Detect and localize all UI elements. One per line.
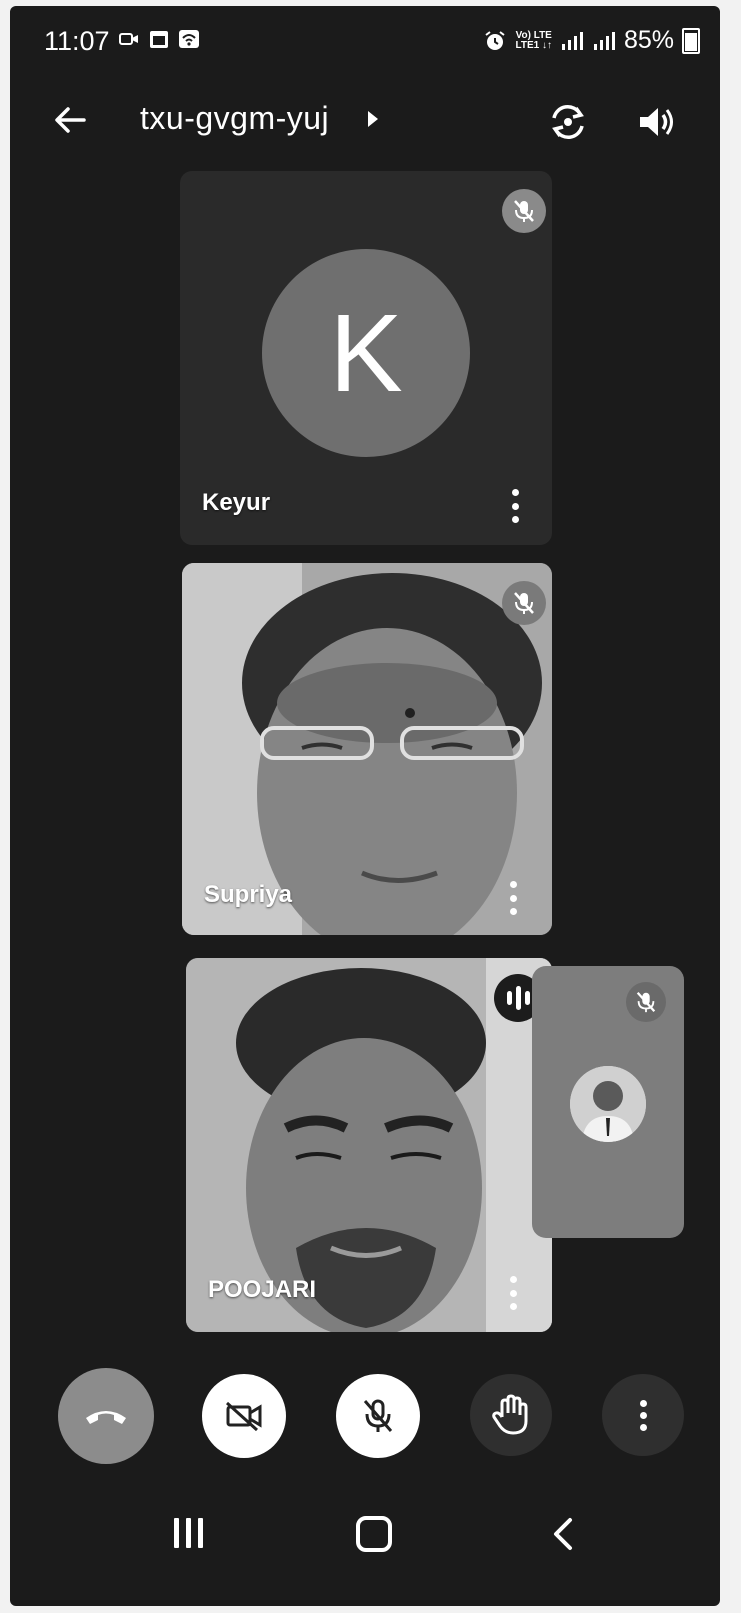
calendar-icon: [150, 31, 168, 48]
participant-name: Supriya: [204, 881, 293, 908]
mic-off-icon: [363, 1399, 393, 1432]
nav-back-icon[interactable]: [546, 1516, 582, 1552]
mic-muted-icon: [626, 982, 666, 1022]
system-navigation-bar: [10, 1486, 720, 1586]
status-system-icons: Vo) LTE LTE1 ↓↑ 85%: [483, 26, 700, 55]
alarm-icon: [485, 30, 506, 50]
participant-tile-poojari[interactable]: POOJARI: [186, 958, 552, 1332]
hand-icon: [492, 1394, 528, 1435]
participant-tile-supriya[interactable]: Supriya: [182, 563, 552, 935]
status-time: 11:07: [44, 26, 110, 56]
participant-name: POOJARI: [208, 1276, 317, 1303]
more-vert-icon[interactable]: [508, 881, 518, 915]
avatar: K: [262, 249, 470, 457]
more-options-button[interactable]: [602, 1374, 684, 1456]
meet-call-screen: 11:07 Vo) LTE LTE1 ↓↑ 85% txu-gvgm-yuj K: [10, 6, 720, 1606]
participant-name: Keyur: [202, 489, 271, 516]
recents-icon[interactable]: [174, 1518, 203, 1548]
battery-icon: [682, 27, 700, 54]
caret-right-icon[interactable]: [368, 111, 378, 127]
switch-camera-icon[interactable]: [546, 100, 590, 144]
status-notification-icons: [118, 28, 200, 50]
lte-bottom-label: LTE1 ↓↑: [515, 39, 552, 51]
mic-muted-icon: [502, 189, 546, 233]
video-call-icon: [119, 33, 138, 45]
participant-video: [182, 563, 552, 935]
camera-off-icon: [225, 1401, 262, 1432]
more-vert-icon: [639, 1399, 647, 1431]
status-bar: 11:07 Vo) LTE LTE1 ↓↑ 85%: [10, 6, 720, 76]
signal-icon-2: [593, 31, 615, 50]
signal-icon: [561, 31, 583, 50]
mic-toggle-button[interactable]: [336, 1374, 420, 1458]
camera-toggle-button[interactable]: [202, 1374, 286, 1458]
mic-muted-icon: [502, 581, 546, 625]
top-app-bar: txu-gvgm-yuj: [10, 86, 720, 156]
participant-tile-keyur[interactable]: K Keyur: [180, 171, 552, 545]
home-icon[interactable]: [356, 1516, 392, 1552]
battery-percent: 85%: [623, 26, 674, 54]
raise-hand-button[interactable]: [470, 1374, 552, 1456]
lte-top-label: Vo) LTE: [515, 29, 552, 41]
speaker-icon[interactable]: [634, 100, 678, 144]
meeting-code-title[interactable]: txu-gvgm-yuj: [140, 100, 329, 137]
more-vert-icon[interactable]: [508, 1276, 518, 1310]
phone-hangup-icon: [86, 1411, 126, 1424]
self-avatar: [570, 1066, 646, 1142]
wifi-icon: [179, 30, 199, 48]
back-arrow-icon[interactable]: [50, 100, 90, 140]
end-call-button[interactable]: [58, 1368, 154, 1464]
lte-indicator: Vo) LTE LTE1 ↓↑: [515, 29, 552, 51]
self-view-tile[interactable]: [532, 966, 684, 1238]
call-controls: [10, 1366, 720, 1466]
more-vert-icon[interactable]: [510, 489, 520, 523]
